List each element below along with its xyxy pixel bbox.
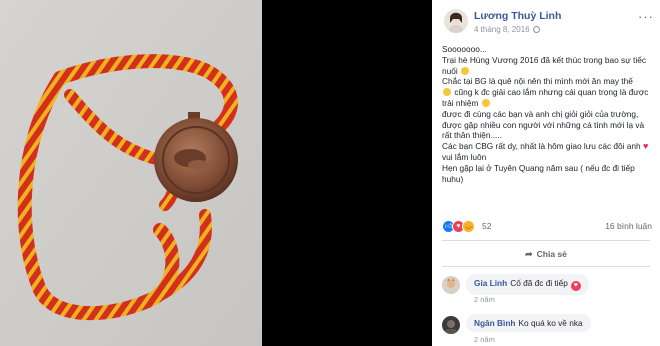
comment-text: Cố đã đc đi tiếp: [510, 278, 568, 288]
post-line: Hẹn gặp lại ở Tuyên Quang năm sau ( nếu …: [442, 162, 635, 184]
haha-icon: ◡: [462, 220, 475, 233]
divider: [442, 266, 650, 267]
post-line: được đi cùng các bạn và anh chị giỏi giỏ…: [442, 108, 645, 141]
laughing-emoji-icon: [461, 66, 469, 75]
comment-text: Ko quá ko về nka: [518, 318, 583, 328]
heart-reaction-icon: ♥: [570, 281, 581, 291]
comment-count[interactable]: 16 bình luận: [605, 221, 652, 231]
more-options-icon[interactable]: ···: [638, 9, 654, 24]
comment-time[interactable]: 2 năm: [474, 295, 495, 304]
post-header: Lương Thuỳ Linh 4 tháng 8, 2016 ···: [432, 0, 660, 40]
comment-time[interactable]: 2 năm: [474, 335, 495, 344]
post-timestamp[interactable]: 4 tháng 8, 2016: [474, 25, 540, 34]
share-arrow-icon: ➦: [525, 249, 533, 259]
divider: [442, 240, 650, 241]
author-avatar[interactable]: [444, 9, 468, 33]
post-date[interactable]: 4 tháng 8, 2016: [474, 25, 530, 34]
post-line: Chắc tại BG là quê nội nên thi mình mới …: [442, 76, 633, 87]
globe-icon: [532, 26, 540, 33]
share-button[interactable]: ➦ Chia sẻ: [432, 244, 660, 264]
heart-emoji-icon: ♥: [642, 141, 649, 152]
post-line: Sooooooo...: [442, 44, 487, 54]
comment-bubble: Gia Linh Cố đã đc đi tiếp ♥: [466, 274, 589, 295]
post-line: Trại hè Hùng Vương 2016 đã kết thúc tron…: [442, 54, 646, 76]
commenter-avatar[interactable]: [442, 276, 460, 294]
commenter-avatar[interactable]: [442, 316, 460, 334]
author-name[interactable]: Lương Thuỳ Linh: [474, 10, 561, 22]
post-side-panel: Lương Thuỳ Linh 4 tháng 8, 2016 ··· Sooo…: [432, 0, 660, 346]
reaction-count[interactable]: 52: [482, 221, 491, 231]
post-line: cũng k đc giải cao lắm nhưng cái quan tr…: [442, 87, 649, 108]
medal-photo: [0, 0, 432, 346]
reaction-icons: 👍︎ ♥ ◡: [442, 220, 475, 233]
post-body: Sooooooo... Trại hè Hùng Vương 2016 đã k…: [442, 44, 654, 184]
laughing-emoji-icon: [443, 88, 451, 97]
post-line: Các bạn CBG rất dy, nhất là hôm giao lưu…: [442, 141, 649, 162]
share-label: Chia sẻ: [536, 249, 567, 259]
commenter-name[interactable]: Gia Linh: [474, 278, 507, 288]
comment-bubble: Ngân Bình Ko quá ko về nka: [466, 314, 591, 332]
commenter-name[interactable]: Ngân Bình: [474, 318, 515, 328]
post-photo[interactable]: [0, 0, 432, 346]
reactions-bar[interactable]: 👍︎ ♥ ◡ 52 16 bình luận: [442, 220, 652, 234]
smile-emoji-icon: [481, 98, 490, 107]
